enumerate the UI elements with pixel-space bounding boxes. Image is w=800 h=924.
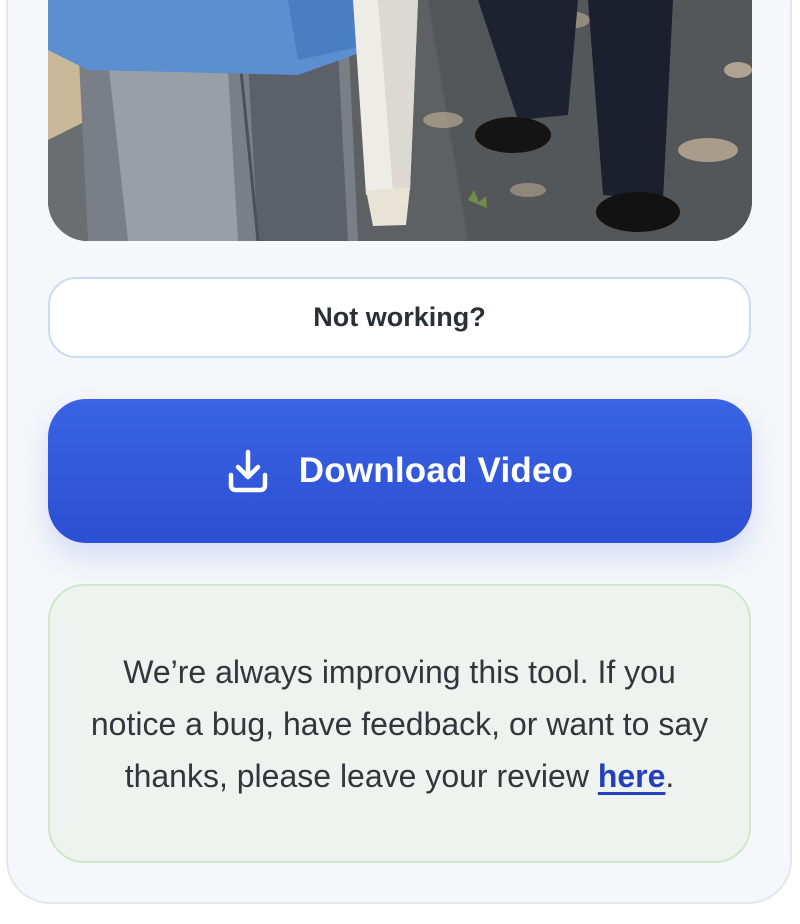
not-working-button[interactable]: Not working? [48,277,751,358]
review-link[interactable]: here [598,758,666,794]
feedback-period: . [665,757,675,794]
video-preview-image [48,0,752,241]
feedback-notice: We’re always improving this tool. If you… [48,584,751,863]
feedback-text: We’re always improving this tool. If you… [86,646,713,802]
not-working-label: Not working? [313,302,486,332]
download-icon [227,449,269,493]
download-video-button[interactable]: Download Video [48,399,752,543]
download-label: Download Video [298,451,574,490]
